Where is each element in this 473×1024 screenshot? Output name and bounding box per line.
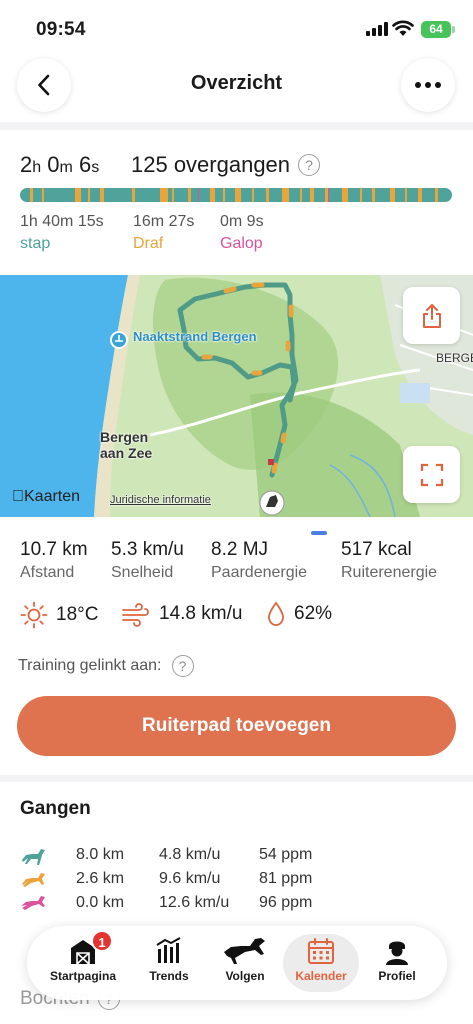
gait-segment-trot xyxy=(282,188,289,202)
gait-segment-trot xyxy=(188,188,191,202)
share-icon xyxy=(422,303,441,328)
profile-icon xyxy=(386,941,408,965)
gait-row-draf: 2.6 km 9.6 km/u 81 ppm xyxy=(0,868,473,892)
gait-segment-trot xyxy=(342,188,348,202)
gait-summary-galop: 0m 9s Galop xyxy=(220,213,264,252)
map-label-naaktstrand: Naaktstrand Bergen xyxy=(133,329,257,344)
more-icon xyxy=(415,82,441,88)
tab-profiel[interactable]: Profiel xyxy=(359,934,435,992)
help-icon[interactable]: ? xyxy=(298,154,321,176)
gait-segment-trot xyxy=(100,188,104,202)
gait-summary-stap: 1h 40m 15s stap xyxy=(20,213,104,252)
tab-bar: Startpagina 1 Trends Volgen Kalender Pro… xyxy=(27,926,447,1000)
notification-badge: 1 xyxy=(91,930,113,952)
gait-segment-trot xyxy=(160,188,168,202)
gait-segment-trot xyxy=(235,188,241,202)
gait-segment-trot xyxy=(372,188,375,202)
gait-summary-draf: 16m 27s Draf xyxy=(133,213,195,252)
share-button[interactable] xyxy=(403,287,460,344)
weather-wind: 14.8 km/u xyxy=(121,601,242,627)
wifi-icon xyxy=(392,20,414,36)
battery-icon: 64 xyxy=(421,21,455,38)
horse-icon xyxy=(22,849,45,865)
gait-timeline-bar xyxy=(20,188,452,202)
add-bridle-path-button[interactable]: Ruiterpad toevoegen xyxy=(17,696,456,756)
apple-logo-icon:  xyxy=(12,488,24,505)
gait-segment-trot xyxy=(42,188,44,202)
gait-segment-canter xyxy=(198,188,199,202)
gait-segment-trot xyxy=(30,188,33,202)
fullscreen-button[interactable] xyxy=(403,446,460,503)
calendar-icon xyxy=(308,938,334,964)
route-map[interactable]: Naaktstrand Bergen Bergen aan Zee BERGE … xyxy=(0,275,473,517)
section-title: Gangen xyxy=(20,798,91,819)
tab-trends[interactable]: Trends xyxy=(131,934,207,992)
droplet-icon xyxy=(268,601,284,626)
horse-icon xyxy=(224,938,265,964)
sun-icon xyxy=(20,601,48,629)
gait-segment-trot xyxy=(418,188,422,202)
nav-bar: Overzicht xyxy=(0,56,473,122)
tab-kalender[interactable]: Kalender xyxy=(283,934,359,992)
gait-segment-trot xyxy=(88,188,90,202)
training-linked: Training gelinkt aan: ? xyxy=(18,655,194,677)
gait-segment-trot xyxy=(75,188,81,202)
legal-link[interactable]: Juridische informatie xyxy=(110,493,211,508)
total-duration: 2h 0m 6s xyxy=(20,152,100,177)
help-icon[interactable]: ? xyxy=(171,655,194,677)
wind-icon xyxy=(122,603,149,627)
stat-horse-energy: 8.2 MJ Paardenergie xyxy=(211,539,308,581)
horse-icon xyxy=(22,873,45,887)
gait-segment-trot xyxy=(325,188,328,202)
summary-card: 2h 0m 6s 125 overgangen ? 1h 40m 15s sta… xyxy=(0,130,473,275)
signal-icon xyxy=(366,22,388,36)
stat-rider-energy: 517 kcal Ruiterenergie xyxy=(341,539,438,581)
map-label-bergen-aan-zee: Bergen aan Zee xyxy=(100,429,153,461)
status-bar: 09:54 64 xyxy=(0,0,473,56)
gait-segment-trot xyxy=(132,188,135,202)
stats-card: 10.7 km Afstand 5.3 km/u Snelheid 8.2 MJ Pa… xyxy=(0,517,473,775)
trends-icon xyxy=(156,937,181,963)
weather-humidity: 62% xyxy=(266,601,332,627)
transitions-count: 125 overgangen ? xyxy=(131,152,321,178)
gait-segment-trot xyxy=(405,188,407,202)
gait-segment-trot xyxy=(223,188,225,202)
fullscreen-icon xyxy=(420,463,443,486)
gait-segment-trot xyxy=(172,188,174,202)
stat-distance: 10.7 km Afstand xyxy=(20,539,88,581)
gait-row-galop: 0.0 km 12.6 km/u 96 ppm xyxy=(0,892,473,916)
gait-segment-trot xyxy=(390,188,395,202)
gait-segment-trot xyxy=(210,188,215,202)
stat-speed: 5.3 km/u Snelheid xyxy=(111,539,184,581)
gait-segment-trot xyxy=(360,188,362,202)
maps-attribution: Kaarten xyxy=(12,488,80,505)
gait-segment-canter xyxy=(328,188,329,202)
gait-segment-trot xyxy=(310,188,314,202)
gait-segment-trot xyxy=(252,188,254,202)
gait-segment-trot xyxy=(266,188,269,202)
weather-temperature: 18°C xyxy=(20,601,98,629)
gait-row-stap: 8.0 km 4.8 km/u 54 ppm xyxy=(0,844,473,868)
status-time: 09:54 xyxy=(36,19,86,40)
gait-segment-trot xyxy=(435,188,438,202)
more-button[interactable] xyxy=(401,58,455,112)
horse-icon xyxy=(21,896,45,910)
tab-volgen[interactable]: Volgen xyxy=(207,934,283,992)
tab-startpagina[interactable]: Startpagina 1 xyxy=(45,930,121,992)
map-label-bergen: BERGE xyxy=(436,351,473,365)
gait-segment-trot xyxy=(300,188,302,202)
